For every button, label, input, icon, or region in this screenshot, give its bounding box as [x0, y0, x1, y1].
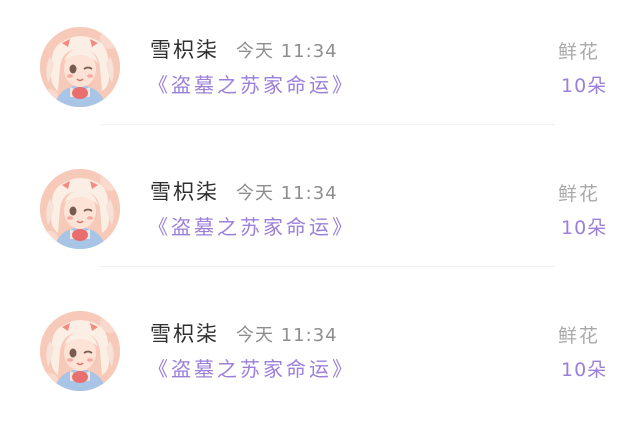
timestamp: 今天 11:34: [236, 41, 338, 62]
list-item[interactable]: 雪枳柒 今天 11:34 《盗墓之苏家命运》 鲜花 10朵: [0, 0, 640, 142]
list-item[interactable]: 雪枳柒 今天 11:34 《盗墓之苏家命运》 鲜花 10朵: [0, 142, 640, 284]
timestamp: 今天 11:34: [236, 183, 338, 204]
list-item[interactable]: 雪枳柒 今天 11:34 《盗墓之苏家命运》 鲜花 10朵: [0, 284, 640, 426]
book-title-link[interactable]: 《盗墓之苏家命运》: [148, 69, 355, 98]
user-name[interactable]: 雪枳柒: [150, 176, 219, 206]
user-avatar[interactable]: [40, 169, 120, 249]
user-avatar[interactable]: [40, 27, 120, 107]
anime-girl-avatar-icon: [40, 27, 120, 107]
book-title-link[interactable]: 《盗墓之苏家命运》: [148, 211, 355, 240]
anime-girl-avatar-icon: [40, 169, 120, 249]
user-avatar[interactable]: [40, 311, 120, 391]
divider: [100, 124, 555, 125]
gift-count: 10朵: [561, 217, 608, 239]
user-name[interactable]: 雪枳柒: [150, 34, 219, 64]
gift-count: 10朵: [561, 359, 608, 381]
gift-count: 10朵: [561, 75, 608, 97]
divider: [100, 266, 555, 267]
book-title-link[interactable]: 《盗墓之苏家命运》: [148, 353, 355, 382]
gift-name: 鲜花: [558, 183, 601, 205]
anime-girl-avatar-icon: [40, 311, 120, 391]
gift-record-list: 雪枳柒 今天 11:34 《盗墓之苏家命运》 鲜花 10朵 雪枳柒 今天 11:…: [0, 0, 640, 403]
user-name[interactable]: 雪枳柒: [150, 318, 219, 348]
gift-name: 鲜花: [558, 325, 601, 347]
timestamp: 今天 11:34: [236, 325, 338, 346]
gift-name: 鲜花: [558, 41, 601, 63]
